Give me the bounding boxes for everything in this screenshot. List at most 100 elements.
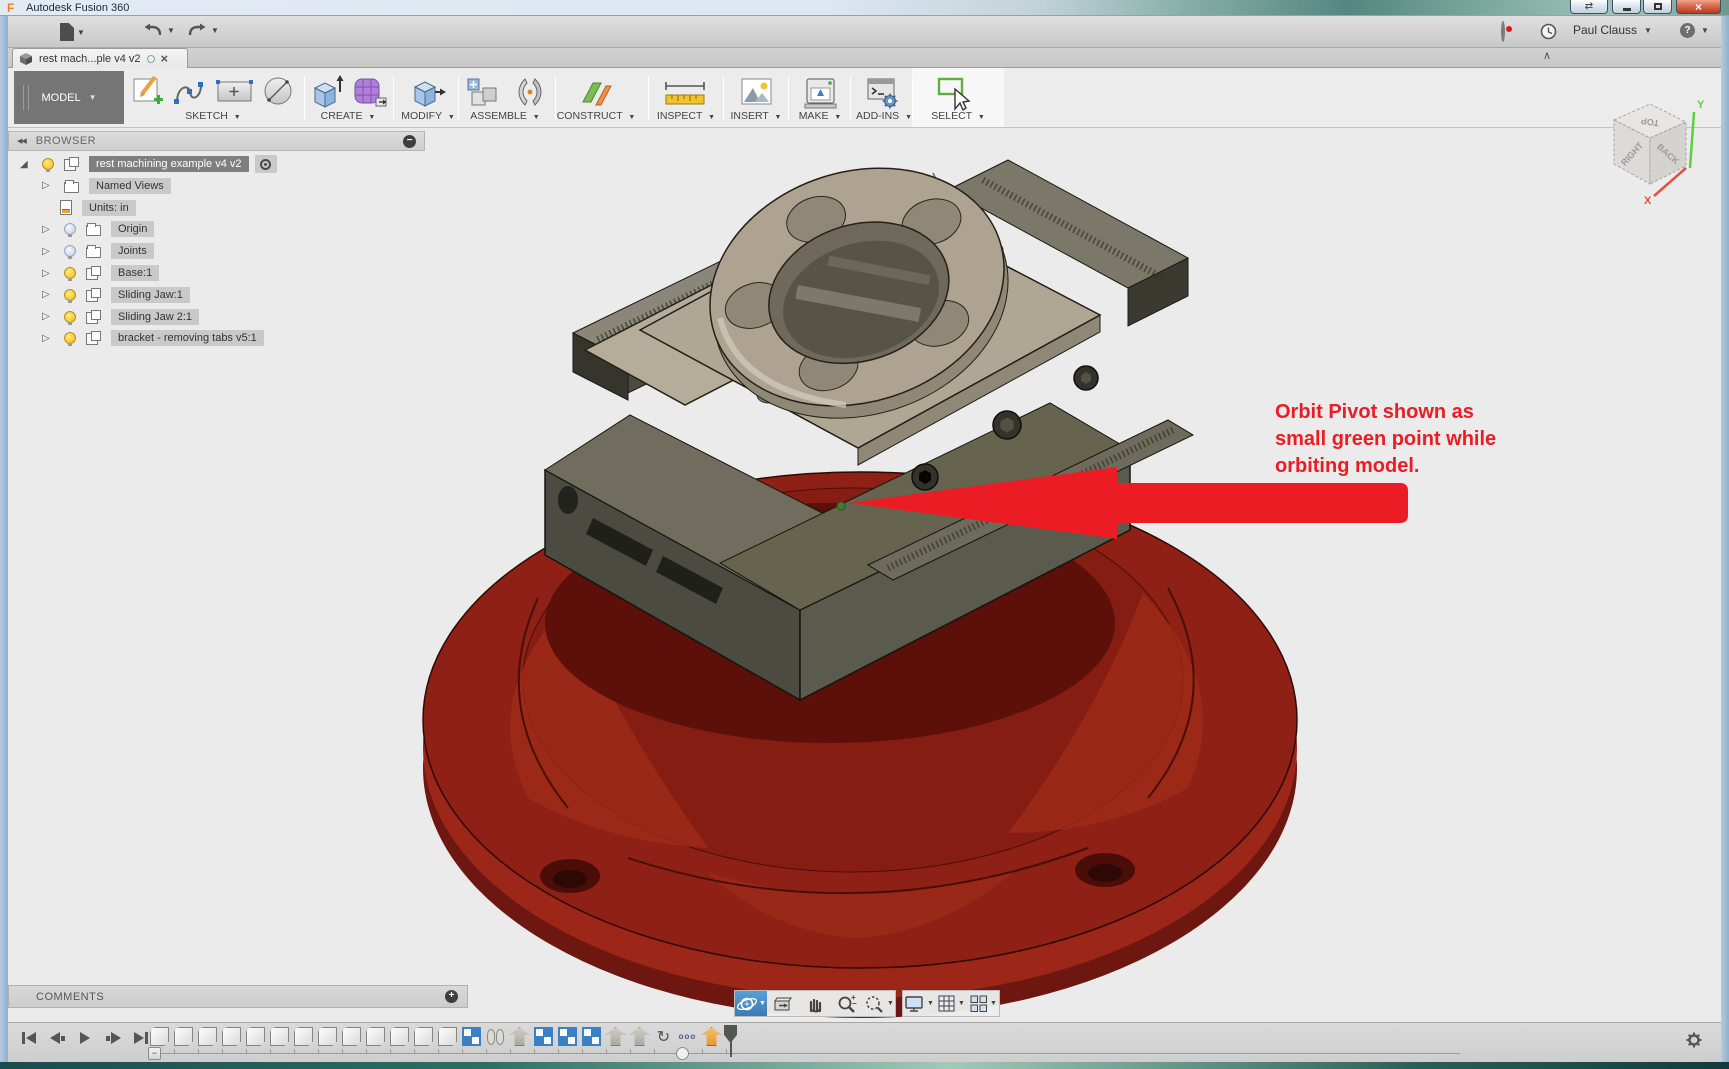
timeline-feature-component[interactable] xyxy=(390,1027,409,1046)
expander-collapsed-icon[interactable]: ▷ xyxy=(42,289,54,300)
timeline-feature-extrude[interactable] xyxy=(510,1027,529,1046)
timeline-feature-component[interactable] xyxy=(318,1027,337,1046)
expander-collapsed-icon[interactable]: ▷ xyxy=(42,333,54,344)
close-button[interactable]: × xyxy=(1676,0,1721,14)
display-settings-button[interactable]: ▼ xyxy=(903,991,935,1016)
timeline-feature-extrude[interactable] xyxy=(606,1027,625,1046)
browser-item[interactable]: Units: in xyxy=(60,198,136,218)
timeline-zoom-button[interactable] xyxy=(676,1047,689,1060)
timeline-feature-insert[interactable] xyxy=(534,1027,553,1046)
pan-button[interactable] xyxy=(799,991,831,1016)
swap-windows-button[interactable]: ⇄ xyxy=(1570,0,1608,14)
visibility-bulb-icon[interactable] xyxy=(64,267,76,279)
ribbon-group-modify[interactable]: MODIFY ▼ xyxy=(401,110,455,122)
zoom-button[interactable]: + − xyxy=(831,991,863,1016)
browser-item[interactable]: ▷ Sliding Jaw:1 xyxy=(42,285,190,305)
activate-component-radio[interactable] xyxy=(255,155,277,173)
browser-item-label[interactable]: Sliding Jaw:1 xyxy=(111,287,190,303)
browser-item-label[interactable]: Joints xyxy=(111,243,154,259)
timeline-feature-component[interactable] xyxy=(150,1027,169,1046)
timeline-feature-component[interactable] xyxy=(222,1027,241,1046)
minimize-button[interactable] xyxy=(1612,0,1641,14)
expander-collapsed-icon[interactable]: ▷ xyxy=(42,224,54,235)
joint-button[interactable] xyxy=(513,75,547,114)
circle-button[interactable] xyxy=(262,75,294,112)
visibility-bulb-icon[interactable] xyxy=(64,311,76,323)
tab-close-icon[interactable]: × xyxy=(161,53,169,65)
timeline-feature-circular-pattern[interactable]: ↻ xyxy=(654,1027,673,1046)
browser-item-label[interactable]: Base:1 xyxy=(111,265,159,281)
timeline-feature-extrude[interactable] xyxy=(630,1027,649,1046)
user-menu[interactable]: Paul Clauss ▼ xyxy=(1573,23,1652,37)
browser-header[interactable]: ◀◀ BROWSER − xyxy=(8,131,425,151)
comments-panel[interactable]: COMMENTS + xyxy=(8,985,468,1008)
measure-button[interactable] xyxy=(663,78,707,113)
go-to-start-button[interactable] xyxy=(20,1030,38,1046)
look-at-button[interactable] xyxy=(767,991,799,1016)
browser-item-label[interactable]: rest machining example v4 v2 xyxy=(89,156,249,172)
orbit-button[interactable]: ▼ xyxy=(735,991,767,1016)
timeline-feature-insert[interactable] xyxy=(582,1027,601,1046)
browser-item-label[interactable]: Units: in xyxy=(82,200,136,216)
collapse-toolbar-chevron[interactable]: ∧ xyxy=(1543,49,1551,62)
browser-item-label[interactable]: bracket - removing tabs v5:1 xyxy=(111,330,264,346)
help-menu[interactable]: ? ▼ xyxy=(1680,23,1709,38)
browser-item[interactable]: ▷ Origin xyxy=(42,219,154,239)
ribbon-group-insert[interactable]: INSERT ▼ xyxy=(731,110,782,122)
timeline-feature-joint[interactable] xyxy=(486,1027,505,1046)
timeline-feature-component[interactable] xyxy=(270,1027,289,1046)
viewports-button[interactable]: ▼ xyxy=(967,991,999,1016)
visibility-bulb-icon[interactable] xyxy=(64,223,76,235)
visibility-bulb-icon[interactable] xyxy=(64,245,76,257)
timeline-feature-component[interactable] xyxy=(198,1027,217,1046)
visibility-bulb-icon[interactable] xyxy=(42,158,54,170)
browser-item-label[interactable]: Named Views xyxy=(89,178,171,194)
spline-button[interactable] xyxy=(172,78,208,111)
expander-collapsed-icon[interactable]: ▷ xyxy=(42,246,54,257)
workspace-selector[interactable]: MODEL▼ xyxy=(14,71,124,124)
ribbon-group-addins[interactable]: ADD-INS ▼ xyxy=(856,110,912,122)
timeline-feature-component[interactable] xyxy=(366,1027,385,1046)
go-to-end-button[interactable] xyxy=(132,1030,150,1046)
browser-item[interactable]: ▷ bracket - removing tabs v5:1 xyxy=(42,328,264,348)
timeline-feature-component[interactable] xyxy=(414,1027,433,1046)
timeline-scrub-handle[interactable]: − xyxy=(148,1047,161,1060)
expander-collapsed-icon[interactable]: ▷ xyxy=(42,311,54,322)
extrude-button[interactable] xyxy=(311,74,345,115)
ribbon-group-construct[interactable]: CONSTRUCT ▼ xyxy=(557,110,636,122)
timeline-feature-active[interactable] xyxy=(702,1027,721,1046)
ribbon-group-assemble[interactable]: ASSEMBLE ▼ xyxy=(470,110,539,122)
ribbon-group-create[interactable]: CREATE ▼ xyxy=(321,110,376,122)
expander-collapsed-icon[interactable]: ▷ xyxy=(42,180,54,191)
fit-button[interactable]: ▼ xyxy=(863,991,895,1016)
rectangle-button[interactable] xyxy=(216,80,254,109)
press-pull-button[interactable] xyxy=(411,74,447,115)
grid-and-snaps-button[interactable]: ▼ xyxy=(935,991,967,1016)
create-sketch-button[interactable] xyxy=(132,74,164,113)
history-button[interactable] xyxy=(1540,23,1557,45)
maximize-button[interactable] xyxy=(1643,0,1672,14)
visibility-bulb-icon[interactable] xyxy=(64,332,76,344)
add-ins-button[interactable] xyxy=(866,77,900,114)
timeline-feature-component[interactable] xyxy=(438,1027,457,1046)
collapse-panel-icon[interactable]: ◀◀ xyxy=(17,137,26,145)
document-tab[interactable]: rest mach...ple v4 v2 × xyxy=(12,48,188,68)
file-menu-button[interactable]: ▼ xyxy=(60,23,85,41)
step-back-button[interactable] xyxy=(48,1030,66,1046)
timeline-feature-group[interactable]: ooo xyxy=(678,1027,697,1046)
insert-button[interactable] xyxy=(740,77,774,112)
ribbon-group-sketch[interactable]: SKETCH ▼ xyxy=(185,110,240,122)
browser-item-label[interactable]: Sliding Jaw 2:1 xyxy=(111,309,199,325)
browser-item-label[interactable]: Origin xyxy=(111,221,154,237)
timeline-feature-component[interactable] xyxy=(174,1027,193,1046)
expander-collapsed-icon[interactable]: ▷ xyxy=(42,268,54,279)
new-component-button[interactable] xyxy=(466,77,500,114)
add-comment-button[interactable]: + xyxy=(445,990,458,1003)
redo-button[interactable]: ▼ xyxy=(186,23,219,38)
timeline-settings-button[interactable] xyxy=(1685,1031,1703,1054)
ribbon-group-inspect[interactable]: INSPECT ▼ xyxy=(657,110,715,122)
browser-item[interactable]: ▷ Sliding Jaw 2:1 xyxy=(42,307,199,327)
browser-item[interactable]: ▷ Base:1 xyxy=(42,263,159,283)
browser-item[interactable]: ▷ Joints xyxy=(42,241,154,261)
3d-viewport[interactable] xyxy=(8,128,1721,1022)
